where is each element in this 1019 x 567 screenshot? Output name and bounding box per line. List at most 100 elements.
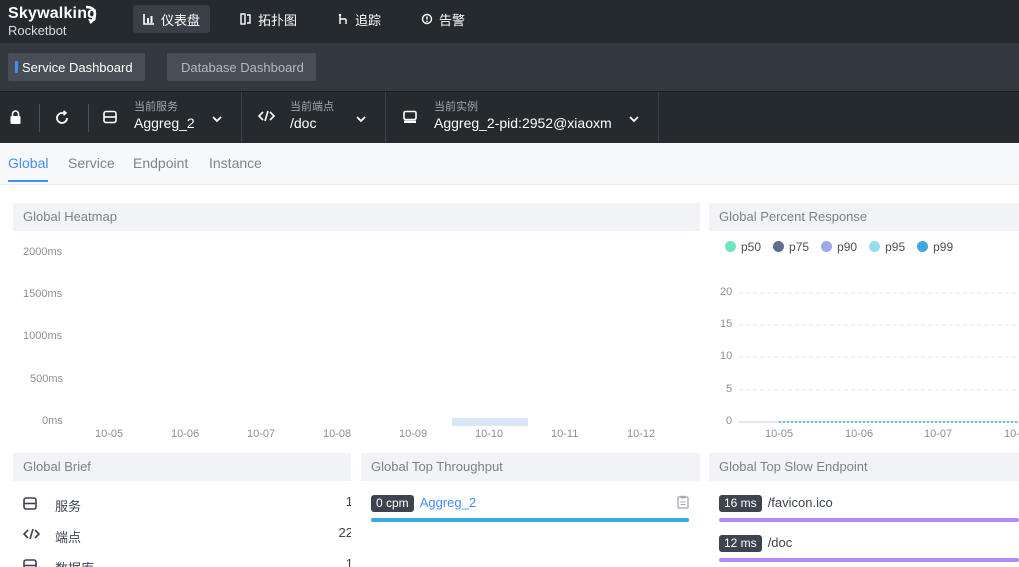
clipboard-icon[interactable]: [677, 495, 689, 512]
brief-label: 服务: [55, 499, 82, 514]
heatmap-x-label: 10-07: [247, 428, 276, 440]
brief-label: 数据库: [55, 558, 94, 567]
logo-swoosh-icon: [85, 5, 97, 24]
chevron-down-icon: [212, 111, 222, 126]
nav-topology[interactable]: 拓扑图: [230, 5, 307, 33]
service-icon: [103, 110, 117, 124]
percent-y-label: 5: [726, 383, 733, 395]
slow-endpoint-path: /doc: [767, 535, 793, 550]
service-selector[interactable]: 当前服务 Aggreg_2: [134, 100, 222, 132]
tab-service-dashboard[interactable]: Service Dashboard: [8, 53, 145, 81]
nav-topology-label: 拓扑图: [258, 12, 298, 28]
slow-endpoint-bar: [719, 518, 1019, 522]
percent-x-label: 10-07: [924, 428, 953, 440]
tab-instance[interactable]: Instance: [209, 155, 262, 171]
database-icon: [23, 559, 37, 567]
percent-x-label: 10-: [1004, 428, 1019, 440]
slow-endpoint-bar: [719, 558, 1019, 562]
service-selector-value: Aggreg_2: [134, 115, 195, 131]
legend-item[interactable]: p95: [869, 240, 905, 254]
view-tabs: Global Service Endpoint Instance: [0, 143, 1019, 185]
heatmap-y-label: 0ms: [42, 415, 63, 427]
slow-endpoint-panel: Global Top Slow Endpoint 16 ms/favicon.i…: [709, 453, 1019, 567]
tab-database-dashboard-label: Database Dashboard: [181, 59, 304, 75]
chart-icon: [143, 13, 155, 25]
endpoint-selector-value: /doc: [290, 115, 317, 131]
tab-service-dashboard-label: Service Dashboard: [22, 59, 133, 75]
nav-trace-label: 追踪: [355, 12, 382, 28]
percent-x-label: 10-05: [765, 428, 794, 440]
heatmap-x-label: 10-12: [627, 428, 656, 440]
brief-panel: Global Brief 服务 1 端点 22 数据库 1: [13, 453, 351, 567]
tab-endpoint[interactable]: Endpoint: [133, 155, 188, 171]
logo[interactable]: Skywalking Rocketbot: [8, 4, 97, 38]
heatmap-y-label: 1500ms: [23, 288, 63, 300]
instance-selector[interactable]: 当前实例 Aggreg_2-pid:2952@xiaoxm: [434, 100, 639, 132]
percent-y-label: 10: [720, 350, 733, 362]
heatmap-x-label: 10-09: [399, 428, 428, 440]
slow-endpoint-path: /favicon.ico: [767, 495, 833, 510]
slow-endpoint-badge: 16 ms: [719, 495, 762, 512]
throughput-service-link[interactable]: Aggreg_2: [420, 495, 476, 510]
brief-row-database: 数据库 1: [23, 556, 351, 567]
throughput-item[interactable]: 0 cpm Aggreg_2: [371, 495, 689, 522]
lock-icon[interactable]: [9, 110, 22, 125]
legend-item[interactable]: p75: [773, 240, 809, 254]
top-nav: Skywalking Rocketbot 仪表盘 拓扑图 追踪 告警: [0, 0, 1019, 43]
chevron-down-icon: [629, 111, 639, 126]
percent-response-panel: Global Percent Response p50 p75 p90 p95 …: [709, 203, 1019, 449]
heatmap-y-label: 2000ms: [23, 246, 63, 258]
percent-legend: p50 p75 p90 p95 p99: [725, 240, 965, 254]
logo-subtitle: Rocketbot: [8, 23, 67, 38]
percent-x-label: 10-06: [845, 428, 874, 440]
topology-icon: [240, 13, 252, 25]
brief-value: 1: [345, 494, 351, 509]
nav-alarm-label: 告警: [439, 12, 466, 28]
tab-service[interactable]: Service: [68, 155, 115, 171]
slow-endpoint-title: Global Top Slow Endpoint: [709, 453, 1019, 481]
chevron-down-icon: [356, 111, 366, 126]
percent-y-label: 15: [720, 318, 733, 330]
legend-item[interactable]: p50: [725, 240, 761, 254]
nav-dashboard[interactable]: 仪表盘: [133, 5, 211, 33]
nav-trace[interactable]: 追踪: [327, 5, 391, 33]
heatmap-x-label: 10-10: [475, 428, 504, 440]
endpoint-selector-caption: 当前端点: [290, 101, 334, 113]
slow-endpoint-badge: 12 ms: [719, 535, 762, 552]
alarm-icon: [421, 13, 433, 25]
heatmap-cell[interactable]: [452, 418, 528, 426]
heatmap-title: Global Heatmap: [13, 203, 700, 231]
percent-response-title: Global Percent Response: [709, 203, 1019, 231]
throughput-title: Global Top Throughput: [361, 453, 700, 481]
nav-dashboard-label: 仪表盘: [161, 12, 201, 28]
instance-selector-value: Aggreg_2-pid:2952@xiaoxm: [434, 115, 612, 131]
throughput-badge: 0 cpm: [371, 495, 414, 512]
heatmap-x-label: 10-05: [95, 428, 124, 440]
throughput-bar: [371, 518, 689, 522]
brief-label: 端点: [55, 530, 82, 545]
legend-item[interactable]: p99: [917, 240, 953, 254]
heatmap-y-label: 1000ms: [23, 330, 63, 342]
heatmap-x-label: 10-06: [171, 428, 200, 440]
percent-y-label: 20: [720, 286, 733, 298]
nav-alarm[interactable]: 告警: [411, 5, 475, 33]
legend-item[interactable]: p90: [821, 240, 857, 254]
dashboard-tabs: Service Dashboard Database Dashboard: [0, 43, 1019, 91]
brief-title: Global Brief: [13, 453, 351, 481]
service-selector-caption: 当前服务: [134, 101, 178, 113]
tab-global[interactable]: Global: [8, 155, 49, 182]
brief-row-service: 服务 1: [23, 494, 351, 514]
tab-database-dashboard[interactable]: Database Dashboard: [167, 53, 316, 81]
percent-y-label: 0: [726, 415, 733, 427]
refresh-icon[interactable]: [54, 110, 70, 126]
heatmap-x-label: 10-11: [551, 428, 579, 440]
trace-icon: [337, 13, 349, 25]
brief-value: 22: [338, 525, 351, 540]
slow-endpoint-item[interactable]: 12 ms/doc: [719, 535, 1019, 562]
percent-gridlines: [739, 292, 1019, 423]
slow-endpoint-item[interactable]: 16 ms/favicon.ico: [719, 495, 1019, 522]
brief-value: 1: [345, 556, 351, 567]
heatmap-panel: Global Heatmap 2000ms 1500ms 1000ms 500m…: [13, 203, 700, 449]
brief-row-endpoint: 端点 22: [22, 525, 351, 545]
endpoint-selector[interactable]: 当前端点 /doc: [290, 100, 366, 132]
